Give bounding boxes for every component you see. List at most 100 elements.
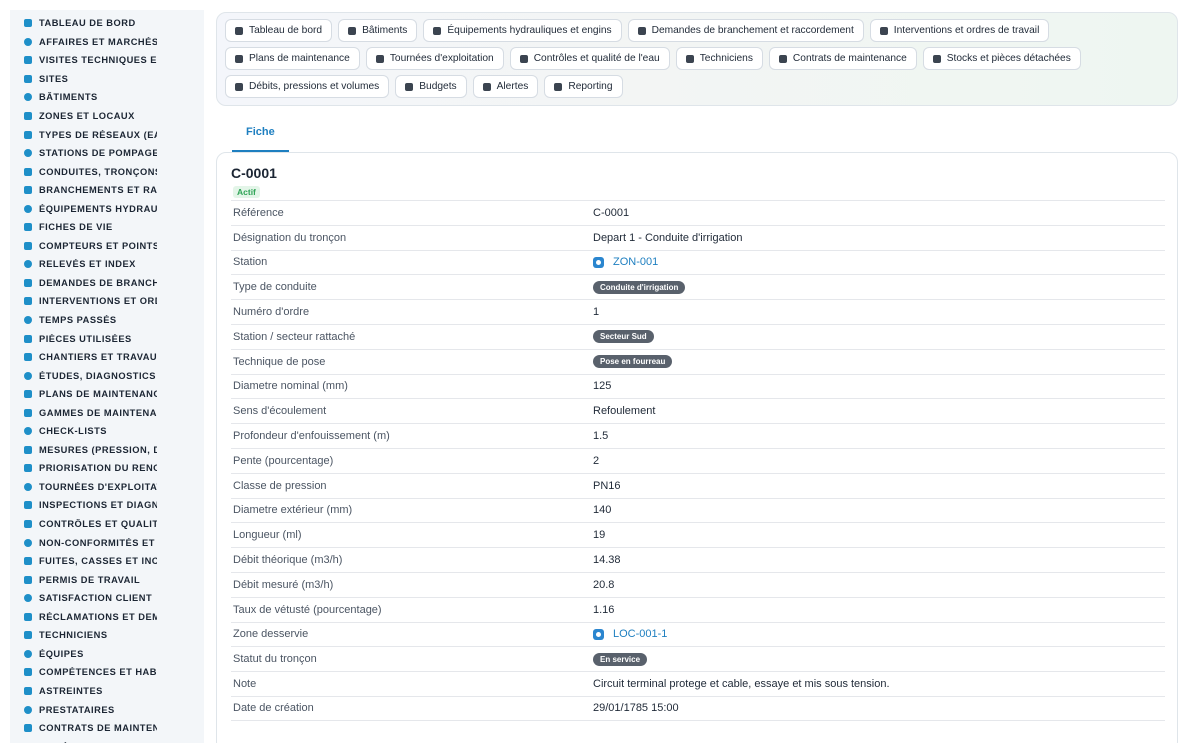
field-value: 125 <box>593 380 611 392</box>
clipboard-icon <box>23 519 33 529</box>
sidebar-item[interactable]: TEMPS PASSÉS <box>10 311 204 330</box>
rooms-icon <box>23 111 33 121</box>
building-icon <box>23 92 33 102</box>
nav-button[interactable]: Tableau de bord <box>225 19 333 42</box>
sidebar-item-label: AFFAIRES ET MARCHÉS <box>39 36 157 47</box>
sidebar-item-label: CHECK-LISTS <box>39 426 107 437</box>
field-label: Type de conduite <box>233 281 317 294</box>
bell-icon <box>482 82 491 91</box>
hammer-icon <box>23 352 33 362</box>
nav-row: Tableau de bord Bâtiments Équipements hydr… <box>225 19 1177 42</box>
value-text: Depart 1 - Conduite d'irrigation <box>593 231 743 244</box>
nav-button-label: Tableau de bord <box>249 25 323 36</box>
sidebar-item[interactable]: BÂTIMENTS <box>10 88 204 107</box>
sidebar-item[interactable]: PRESTATAIRES <box>10 700 204 719</box>
field-label: Taux de vétusté (pourcentage) <box>233 603 382 616</box>
location-icon <box>593 256 604 268</box>
field-label: Classe de pression <box>233 479 327 492</box>
field-label: Station <box>233 256 268 269</box>
nav-button[interactable]: Contrôles et qualité de l'eau <box>509 47 670 70</box>
nav-button-label: Budgets <box>419 81 457 92</box>
sidebar-item[interactable]: FICHES DE VIE <box>10 218 204 237</box>
sidebar-item[interactable]: NON-CONFORMITÉS ET A <box>10 533 204 552</box>
sidebar-item[interactable]: DEMANDES DE BRANCHE <box>10 274 204 293</box>
sidebar-item[interactable]: ASTREINTES <box>10 682 204 701</box>
nav-button[interactable]: Équipements hydrauliques et engins <box>423 19 622 42</box>
nav-button[interactable]: Budgets <box>395 75 467 98</box>
nav-button[interactable]: Stocks et pièces détachées <box>922 47 1081 70</box>
nav-button[interactable]: Plans de maintenance <box>225 47 360 70</box>
nav-button[interactable]: Alertes <box>472 75 539 98</box>
sidebar-item[interactable]: CONTRÔLES ET QUALITÉ <box>10 515 204 534</box>
nav-button[interactable]: Contrats de maintenance <box>768 47 917 70</box>
list-icon <box>23 408 33 418</box>
field-row: Profondeur d'enfouissement (m) 1.5 <box>231 423 1165 448</box>
dashboard-icon <box>235 26 243 35</box>
sidebar-item[interactable]: INTERVENTIONS ET ORDI <box>10 292 204 311</box>
record-link[interactable]: ZON-001 <box>613 256 658 268</box>
field-row: Débit théorique (m3/h) 14.38 <box>231 547 1165 572</box>
nav-button[interactable]: Bâtiments <box>338 19 418 42</box>
sidebar-item[interactable]: MODÈLES DE CONTRATS <box>10 737 204 743</box>
field-value: Secteur Sud <box>593 330 654 344</box>
sidebar-item[interactable]: TYPES DE RÉSEAUX (EAU <box>10 125 204 144</box>
record-link[interactable]: LOC-001-1 <box>613 628 667 640</box>
field-row: Taux de vétusté (pourcentage) 1.16 <box>231 596 1165 622</box>
sidebar-item[interactable]: GAMMES DE MAINTENAN <box>10 403 204 422</box>
sidebar-item[interactable]: FUITES, CASSES ET INCI <box>10 552 204 571</box>
sidebar-item[interactable]: RELEVÉS ET INDEX <box>10 255 204 274</box>
sidebar-item[interactable]: MESURES (PRESSION, DÉ <box>10 441 204 460</box>
sidebar-item[interactable]: COMPTEURS ET POINTS I <box>10 237 204 256</box>
gears-icon <box>433 26 442 35</box>
sidebar-item[interactable]: VISITES TECHNIQUES ET <box>10 51 204 70</box>
sidebar-item[interactable]: INSPECTIONS ET DIAGNC <box>10 496 204 515</box>
field-value: LOC-001-1 <box>593 628 667 640</box>
field-row: Référence C-0001 <box>231 200 1165 225</box>
value-text: 125 <box>593 380 612 393</box>
nav-button[interactable]: Débits, pressions et volumes <box>225 75 390 98</box>
sidebar-item[interactable]: CHECK-LISTS <box>10 422 204 441</box>
sidebar-item[interactable]: PLANS DE MAINTENANCE <box>10 385 204 404</box>
sidebar-item[interactable]: TOURNÉES D'EXPLOITATI <box>10 478 204 497</box>
nav-row: Débits, pressions et volumes Budgets Alert… <box>225 75 1177 98</box>
sidebar-item[interactable]: CHANTIERS ET TRAVAUX <box>10 348 204 367</box>
grid-icon <box>23 148 33 158</box>
sidebar-item[interactable]: SITES <box>10 70 204 89</box>
sidebar-item[interactable]: TABLEAU DE BORD <box>10 14 204 33</box>
nav-button[interactable]: Reporting <box>544 75 623 98</box>
nav-button[interactable]: Tournées d'exploitation <box>365 47 504 70</box>
sidebar-item[interactable]: PRIORISATION DU RENOU <box>10 459 204 478</box>
route-icon <box>375 54 384 63</box>
sidebar-item[interactable]: COMPÉTENCES ET HABIL <box>10 663 204 682</box>
sidebar-item[interactable]: ÉQUIPES <box>10 645 204 664</box>
module-nav-panel: Tableau de bord Bâtiments Équipements hydr… <box>216 12 1178 106</box>
sidebar-item[interactable]: AFFAIRES ET MARCHÉS <box>10 33 204 52</box>
tab-fiche[interactable]: Fiche <box>232 120 289 152</box>
sidebar-item-label: INSPECTIONS ET DIAGNC <box>39 500 157 511</box>
sidebar-item[interactable]: SATISFACTION CLIENT <box>10 589 204 608</box>
file-icon <box>778 54 787 63</box>
sidebar-item[interactable]: BRANCHEMENTS ET RAC <box>10 181 204 200</box>
field-value: 19 <box>593 529 605 541</box>
sidebar-item[interactable]: CONTRATS DE MAINTENA <box>10 719 204 738</box>
nav-button-label: Alertes <box>496 81 529 92</box>
sidebar-item[interactable]: CONDUITES, TRONÇONS <box>10 162 204 181</box>
value-text: 14.38 <box>593 554 621 567</box>
sidebar-item[interactable]: ÉQUIPEMENTS HYDRAUL <box>10 199 204 218</box>
sidebar-item[interactable]: ZONES ET LOCAUX <box>10 107 204 126</box>
nav-button[interactable]: Techniciens <box>675 47 763 70</box>
field-value: 29/01/1785 15:00 <box>593 702 679 714</box>
nav-button[interactable]: Demandes de branchement et raccordement <box>627 19 864 42</box>
value-text: 19 <box>593 529 606 542</box>
sidebar-item[interactable]: PIÈCES UTILISÉES <box>10 329 204 348</box>
sidebar-item[interactable]: PERMIS DE TRAVAIL <box>10 570 204 589</box>
sidebar-item-label: TECHNICIENS <box>39 630 108 641</box>
sidebar-list: TABLEAU DE BORD AFFAIRES ET MARCHÉS VISITE… <box>10 10 204 743</box>
sidebar-item-label: ÉTUDES, DIAGNOSTICS E <box>39 370 157 381</box>
sidebar-item[interactable]: STATIONS DE POMPAGE I <box>10 144 204 163</box>
sidebar-item[interactable]: TECHNICIENS <box>10 626 204 645</box>
search-icon <box>23 500 33 510</box>
sidebar-item[interactable]: RÉCLAMATIONS ET DEMA <box>10 608 204 627</box>
nav-button[interactable]: Interventions et ordres de travail <box>869 19 1050 42</box>
sidebar-item[interactable]: ÉTUDES, DIAGNOSTICS E <box>10 366 204 385</box>
